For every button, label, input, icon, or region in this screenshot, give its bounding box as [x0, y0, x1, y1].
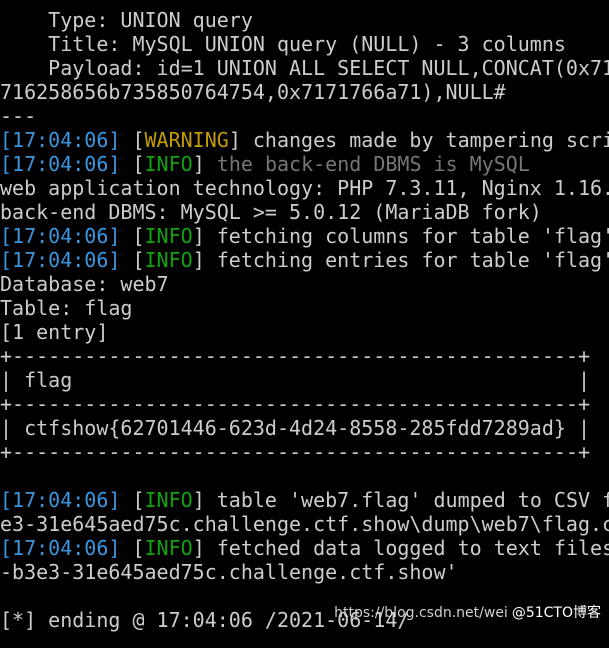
- terminal-line: [17:04:06] [INFO] fetching columns for t…: [0, 224, 609, 248]
- terminal-line-segment: [: [132, 248, 145, 272]
- terminal-line: Database: web7: [0, 272, 609, 296]
- terminal-line: +---------------------------------------…: [0, 392, 609, 416]
- terminal-line-segment: ]: [192, 152, 217, 176]
- terminal-line: Type: UNION query: [0, 8, 609, 32]
- terminal-line: | flag |: [0, 368, 609, 392]
- terminal-line: +---------------------------------------…: [0, 344, 609, 368]
- terminal-line-segment: [: [132, 536, 145, 560]
- terminal-line-segment: INFO: [144, 536, 193, 560]
- terminal-line-segment: [: [0, 128, 13, 152]
- watermark: https://blog.csdn.net/wei @51CTO博客: [316, 586, 601, 640]
- terminal-line: [17:04:06] [WARNING] changes made by tam…: [0, 128, 609, 152]
- terminal-line-segment: [: [132, 488, 145, 512]
- terminal-line-segment: Database: web7: [0, 272, 169, 296]
- terminal-line-segment: INFO: [144, 224, 193, 248]
- terminal-line-segment: 17:04:06: [12, 152, 109, 176]
- terminal-line-segment: Type: UNION query: [0, 8, 253, 32]
- terminal-line-segment: [: [132, 152, 145, 176]
- terminal-line-segment: 17:04:06: [12, 488, 109, 512]
- terminal-line-segment: 17:04:06: [12, 536, 109, 560]
- terminal-line-segment: ]: [108, 536, 133, 560]
- terminal-line: Title: MySQL UNION query (NULL) - 3 colu…: [0, 32, 609, 56]
- terminal-line-segment: ]: [108, 224, 133, 248]
- terminal-line-segment: 17:04:06: [12, 248, 109, 272]
- terminal-line-segment: ] fetching entries for table 'flag': [192, 248, 609, 272]
- terminal-line-segment: e3-31e645aed75c.challenge.ctf.show\dump\…: [0, 512, 609, 536]
- terminal-line: [17:04:06] [INFO] table 'web7.flag' dump…: [0, 488, 609, 512]
- terminal-line-segment: INFO: [144, 248, 193, 272]
- terminal-line-segment: Title: MySQL UNION query (NULL) - 3 colu…: [0, 32, 566, 56]
- terminal-line: 716258656b735850764754,0x7171766a71),NUL…: [0, 80, 609, 104]
- terminal-line-segment: INFO: [144, 488, 193, 512]
- terminal-line-segment: INFO: [144, 152, 193, 176]
- terminal-line-segment: [: [132, 224, 145, 248]
- terminal-line: [17:04:06] [INFO] fetching entries for t…: [0, 248, 609, 272]
- terminal-line-segment: -b3e3-31e645aed75c.challenge.ctf.show': [0, 560, 458, 584]
- terminal-line: e3-31e645aed75c.challenge.ctf.show\dump\…: [0, 512, 609, 536]
- terminal-line: [17:04:06] [INFO] the back-end DBMS is M…: [0, 152, 609, 176]
- terminal-line-segment: [: [0, 152, 13, 176]
- terminal-line: -b3e3-31e645aed75c.challenge.ctf.show': [0, 560, 609, 584]
- terminal-line-segment: +---------------------------------------…: [0, 440, 591, 464]
- terminal-line-segment: | ctfshow{62701446-623d-4d24-8558-285fdd…: [0, 416, 591, 440]
- terminal-line-segment: 716258656b735850764754,0x7171766a71),NUL…: [0, 80, 506, 104]
- terminal-line-segment: 17:04:06: [12, 128, 109, 152]
- terminal-line-segment: Payload: id=1 UNION ALL SELECT NULL,CONC…: [0, 56, 609, 80]
- terminal-line-segment: [: [0, 248, 13, 272]
- terminal-output: Type: UNION query Title: MySQL UNION que…: [0, 8, 609, 632]
- terminal-line-segment: ] changes made by tampering scri: [228, 128, 609, 152]
- terminal-line-segment: [: [0, 488, 13, 512]
- terminal-line-segment: ]: [108, 248, 133, 272]
- terminal-line: ---: [0, 104, 609, 128]
- terminal-line: | ctfshow{62701446-623d-4d24-8558-285fdd…: [0, 416, 609, 440]
- terminal-line: +---------------------------------------…: [0, 440, 609, 464]
- terminal-line-segment: web application technology: PHP 7.3.11, …: [0, 176, 609, 200]
- terminal-line: [1 entry]: [0, 320, 609, 344]
- watermark-brand: @51CTO博客: [511, 605, 601, 621]
- terminal-line-segment: Table: flag: [0, 296, 133, 320]
- terminal-line-segment: +---------------------------------------…: [0, 392, 591, 416]
- terminal-line-segment: back-end DBMS: MySQL >= 5.0.12 (MariaDB …: [0, 200, 542, 224]
- terminal-line-segment: [: [0, 224, 13, 248]
- terminal-line: Table: flag: [0, 296, 609, 320]
- terminal-line: back-end DBMS: MySQL >= 5.0.12 (MariaDB …: [0, 200, 609, 224]
- terminal-line-segment: [: [132, 128, 145, 152]
- terminal-line-segment: [1 entry]: [0, 320, 109, 344]
- terminal-line-segment: ---: [0, 104, 37, 128]
- terminal-line: Payload: id=1 UNION ALL SELECT NULL,CONC…: [0, 56, 609, 80]
- terminal-line-segment: 17:04:06: [12, 224, 109, 248]
- terminal-line-segment: WARNING: [144, 128, 229, 152]
- terminal-line-segment: ]: [108, 152, 133, 176]
- terminal-line-segment: ] table 'web7.flag' dumped to CSV f: [192, 488, 609, 512]
- terminal-line-segment: ] fetched data logged to text files: [192, 536, 609, 560]
- terminal-line: [17:04:06] [INFO] fetched data logged to…: [0, 536, 609, 560]
- terminal-line-segment: [: [0, 536, 13, 560]
- terminal-line-segment: ]: [108, 488, 133, 512]
- terminal-line: web application technology: PHP 7.3.11, …: [0, 176, 609, 200]
- terminal-line-segment: the back-end DBMS is MySQL: [216, 152, 530, 176]
- watermark-url: https://blog.csdn.net/wei: [334, 605, 508, 621]
- terminal-line-segment: +---------------------------------------…: [0, 344, 591, 368]
- terminal-window[interactable]: Type: UNION query Title: MySQL UNION que…: [0, 0, 609, 648]
- terminal-line-segment: | flag |: [0, 368, 591, 392]
- terminal-line-segment: ]: [108, 128, 133, 152]
- terminal-line-segment: ] fetching columns for table 'flag': [192, 224, 609, 248]
